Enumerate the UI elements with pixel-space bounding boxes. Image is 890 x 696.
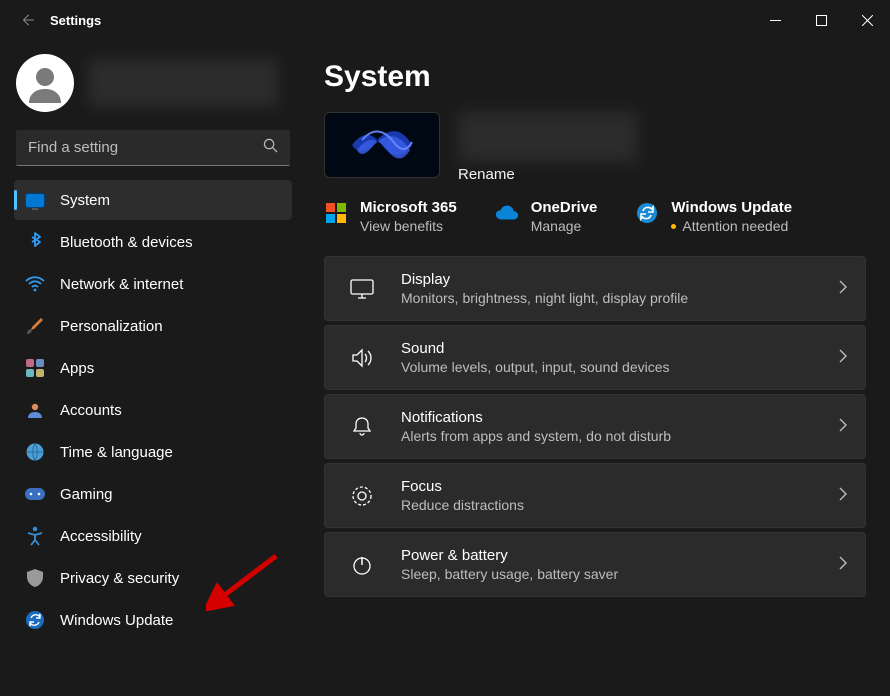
chevron-right-icon [839, 487, 847, 504]
card-subtitle: Volume levels, output, input, sound devi… [401, 359, 839, 375]
search-input[interactable] [28, 139, 263, 156]
apps-icon [24, 357, 46, 379]
sidebar-item-label: Windows Update [60, 612, 173, 629]
brush-icon [24, 315, 46, 337]
card-sound[interactable]: Sound Volume levels, output, input, soun… [324, 325, 866, 390]
display-icon [347, 274, 377, 304]
card-display[interactable]: Display Monitors, brightness, night ligh… [324, 256, 866, 321]
back-button[interactable] [16, 9, 38, 31]
chevron-right-icon [839, 349, 847, 366]
sync-icon [24, 609, 46, 631]
avatar [16, 54, 74, 112]
wifi-icon [24, 273, 46, 295]
card-title: Display [401, 271, 839, 288]
sidebar-item-bluetooth[interactable]: Bluetooth & devices [14, 222, 292, 262]
focus-icon [347, 481, 377, 511]
card-title: Notifications [401, 409, 839, 426]
accessibility-icon [24, 525, 46, 547]
sidebar-item-label: Gaming [60, 486, 113, 503]
sidebar-item-label: System [60, 192, 110, 209]
onedrive-icon [495, 201, 519, 225]
sidebar-item-apps[interactable]: Apps [14, 348, 292, 388]
card-title: Focus [401, 478, 839, 495]
sidebar-item-windows-update[interactable]: Windows Update [14, 600, 292, 640]
service-title: OneDrive [531, 199, 598, 216]
minimize-button[interactable] [752, 0, 798, 40]
service-title: Windows Update [671, 199, 792, 216]
m365-icon [324, 201, 348, 225]
service-windows-update[interactable]: Windows Update Attention needed [635, 199, 792, 234]
card-notifications[interactable]: Notifications Alerts from apps and syste… [324, 394, 866, 459]
page-title: System [324, 60, 866, 94]
window-title: Settings [50, 13, 101, 28]
chevron-right-icon [839, 280, 847, 297]
sound-icon [347, 343, 377, 373]
card-power[interactable]: Power & battery Sleep, battery usage, ba… [324, 532, 866, 597]
service-subtitle: Manage [531, 218, 598, 234]
globe-icon [24, 441, 46, 463]
service-onedrive[interactable]: OneDrive Manage [495, 199, 598, 234]
card-focus[interactable]: Focus Reduce distractions [324, 463, 866, 528]
close-button[interactable] [844, 0, 890, 40]
profile-name-redacted [88, 59, 278, 107]
sidebar-item-label: Personalization [60, 318, 163, 335]
device-name-redacted [458, 112, 638, 162]
sidebar-item-privacy[interactable]: Privacy & security [14, 558, 292, 598]
update-icon [635, 201, 659, 225]
maximize-button[interactable] [798, 0, 844, 40]
sidebar: System Bluetooth & devices Network & int… [0, 40, 300, 696]
card-title: Power & battery [401, 547, 839, 564]
sidebar-item-label: Accessibility [60, 528, 142, 545]
rename-link[interactable]: Rename [458, 166, 638, 183]
sidebar-item-gaming[interactable]: Gaming [14, 474, 292, 514]
search-icon [263, 138, 278, 157]
card-subtitle: Alerts from apps and system, do not dist… [401, 428, 839, 444]
system-icon [24, 189, 46, 211]
attention-dot-icon [671, 224, 676, 229]
sidebar-item-personalization[interactable]: Personalization [14, 306, 292, 346]
accounts-icon [24, 399, 46, 421]
card-subtitle: Reduce distractions [401, 497, 839, 513]
gaming-icon [24, 483, 46, 505]
profile-section[interactable] [14, 50, 292, 124]
nav-list: System Bluetooth & devices Network & int… [14, 180, 292, 640]
sidebar-item-label: Privacy & security [60, 570, 179, 587]
shield-icon [24, 567, 46, 589]
sidebar-item-label: Apps [60, 360, 94, 377]
search-box[interactable] [16, 130, 290, 166]
sidebar-item-network[interactable]: Network & internet [14, 264, 292, 304]
bell-icon [347, 412, 377, 442]
card-title: Sound [401, 340, 839, 357]
service-m365[interactable]: Microsoft 365 View benefits [324, 199, 457, 234]
service-title: Microsoft 365 [360, 199, 457, 216]
service-subtitle: Attention needed [671, 218, 792, 234]
main-content: System Rename [300, 40, 890, 696]
sidebar-item-label: Accounts [60, 402, 122, 419]
chevron-right-icon [839, 556, 847, 573]
service-subtitle: View benefits [360, 218, 457, 234]
sidebar-item-label: Network & internet [60, 276, 183, 293]
sidebar-item-system[interactable]: System [14, 180, 292, 220]
card-subtitle: Sleep, battery usage, battery saver [401, 566, 839, 582]
sidebar-item-label: Bluetooth & devices [60, 234, 193, 251]
card-subtitle: Monitors, brightness, night light, displ… [401, 290, 839, 306]
bluetooth-icon [24, 231, 46, 253]
power-icon [347, 550, 377, 580]
sidebar-item-accessibility[interactable]: Accessibility [14, 516, 292, 556]
chevron-right-icon [839, 418, 847, 435]
titlebar: Settings [0, 0, 890, 40]
device-thumbnail[interactable] [324, 112, 440, 178]
sidebar-item-accounts[interactable]: Accounts [14, 390, 292, 430]
sidebar-item-label: Time & language [60, 444, 173, 461]
sidebar-item-time-language[interactable]: Time & language [14, 432, 292, 472]
